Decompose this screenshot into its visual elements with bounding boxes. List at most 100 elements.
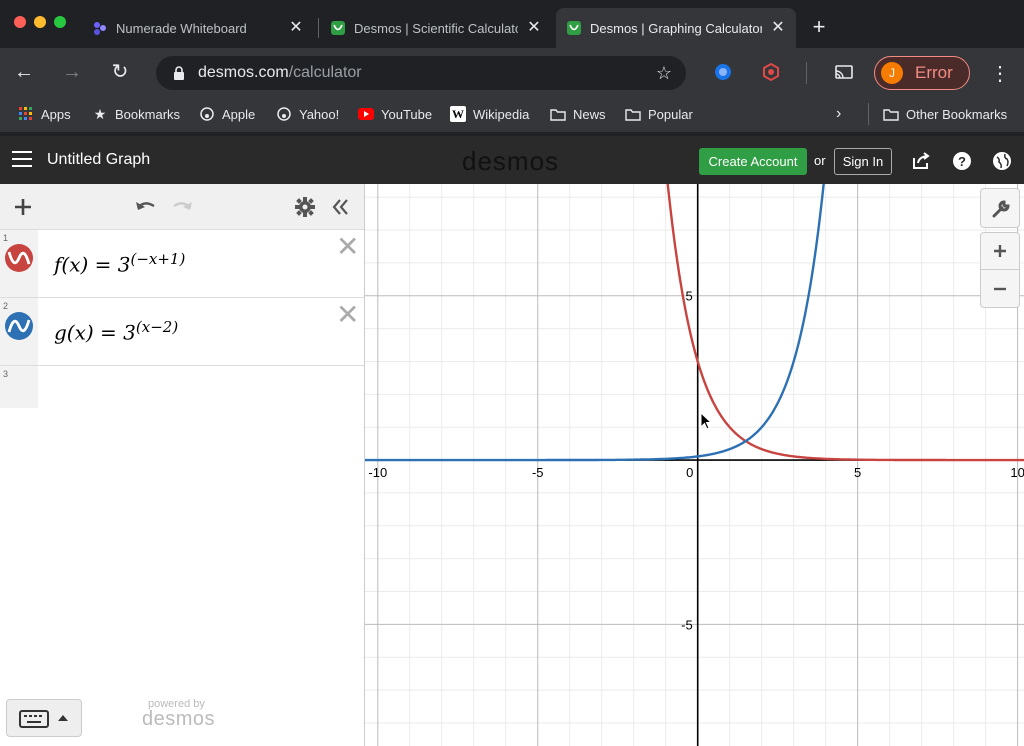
zoom-out-button[interactable] bbox=[981, 271, 1019, 307]
share-icon[interactable] bbox=[910, 150, 932, 172]
plus-icon bbox=[994, 245, 1006, 257]
expression-exponent: (x−2) bbox=[135, 318, 179, 336]
address-bar[interactable]: desmos.com/calculator ☆ bbox=[156, 56, 686, 90]
bookmark-label: Apple bbox=[222, 106, 256, 122]
keyboard-toggle-button[interactable] bbox=[6, 699, 82, 737]
expression-row-2[interactable]: 2 g(x) = 3(x−2) ✕ bbox=[0, 298, 364, 366]
major-grid bbox=[365, 184, 1024, 746]
x-tick-label: -10 bbox=[368, 465, 387, 480]
zoom-controls bbox=[980, 232, 1020, 308]
svg-text:?: ? bbox=[958, 154, 966, 169]
graph-paper[interactable]: -10 -5 0 5 10 5 -5 bbox=[365, 184, 1024, 746]
tab-title: Desmos | Scientific Calculator bbox=[354, 20, 518, 36]
add-expression-icon[interactable] bbox=[12, 196, 34, 218]
settings-gear-icon[interactable] bbox=[294, 196, 316, 218]
keyboard-icon bbox=[19, 710, 49, 728]
globe-language-icon[interactable] bbox=[991, 150, 1013, 172]
delete-expression-icon[interactable]: ✕ bbox=[336, 301, 359, 329]
blue-graph-toggle-icon[interactable] bbox=[5, 312, 33, 340]
desmos-icon bbox=[566, 20, 582, 36]
folder-icon bbox=[550, 106, 566, 122]
undo-icon[interactable] bbox=[134, 196, 156, 218]
bookmark-star-icon[interactable]: ☆ bbox=[654, 63, 674, 83]
expression-row-3[interactable]: 3 bbox=[0, 366, 364, 408]
desmos-icon bbox=[330, 20, 346, 36]
x-tick-label: 10 bbox=[1010, 465, 1024, 480]
or-text: or bbox=[814, 153, 826, 168]
bookmark-popular[interactable]: Popular bbox=[625, 105, 693, 123]
redo-icon[interactable] bbox=[170, 196, 192, 218]
bookmark-wikipedia[interactable]: W Wikipedia bbox=[450, 105, 529, 123]
bookmark-bookmarks[interactable]: ★ Bookmarks bbox=[92, 105, 180, 123]
avatar: J bbox=[881, 62, 903, 84]
bookmark-label: Bookmarks bbox=[115, 106, 181, 122]
curves bbox=[365, 184, 1024, 462]
profile-button[interactable]: J Error bbox=[874, 56, 970, 90]
mouse-cursor-icon bbox=[700, 412, 712, 430]
tab-title: Numerade Whiteboard bbox=[116, 20, 247, 36]
wrench-icon bbox=[992, 200, 1010, 218]
y-tick-label: 5 bbox=[685, 289, 692, 304]
expression-math[interactable]: g(x) = 3(x−2) bbox=[54, 318, 178, 345]
cast-icon[interactable] bbox=[834, 62, 854, 82]
folder-icon bbox=[625, 106, 641, 122]
lock-icon bbox=[172, 66, 186, 80]
back-arrow-icon[interactable]: ← bbox=[12, 60, 36, 84]
bookmark-news[interactable]: News bbox=[550, 105, 606, 123]
bookmark-other[interactable]: Other Bookmarks bbox=[883, 105, 1007, 123]
expression-index: 2 bbox=[3, 301, 9, 311]
tab-desmos-graphing[interactable]: Desmos | Graphing Calculator ✕ bbox=[556, 8, 796, 48]
graph-settings-button[interactable] bbox=[980, 188, 1020, 228]
curve-f bbox=[666, 184, 1024, 462]
bookmark-yahoo[interactable]: Yahoo! bbox=[276, 105, 339, 123]
menu-hamburger-icon[interactable] bbox=[12, 151, 32, 169]
profile-status-label: Error bbox=[915, 63, 953, 82]
y-tick-label: -5 bbox=[681, 617, 693, 632]
zoom-in-button[interactable] bbox=[981, 233, 1019, 270]
wikipedia-icon: W bbox=[450, 106, 466, 122]
minus-icon bbox=[994, 287, 1006, 291]
expression-index: 1 bbox=[3, 233, 9, 243]
graph-title[interactable]: Untitled Graph bbox=[47, 151, 150, 169]
bookmark-youtube[interactable]: YouTube bbox=[358, 105, 432, 123]
caret-up-icon bbox=[58, 715, 68, 721]
forward-arrow-icon[interactable]: → bbox=[60, 60, 84, 84]
new-tab-icon[interactable]: + bbox=[808, 16, 830, 38]
maximize-window-button[interactable] bbox=[54, 16, 66, 28]
bookmark-apps[interactable]: Apps bbox=[18, 105, 71, 123]
expression-panel: 1 f(x) = 3(−x+1) ✕ 2 g(x) = 3(x−2) ✕ 3 p… bbox=[0, 184, 365, 746]
create-account-button[interactable]: Create Account bbox=[699, 148, 807, 175]
help-icon[interactable]: ? bbox=[951, 150, 973, 172]
globe-icon bbox=[199, 106, 215, 122]
expression-math[interactable]: f(x) = 3(−x+1) bbox=[54, 250, 185, 277]
graph-svg[interactable]: -10 -5 0 5 10 5 -5 bbox=[365, 184, 1024, 746]
bookmarks-overflow-chevron-icon[interactable]: › bbox=[836, 105, 841, 123]
toolbar-divider bbox=[806, 62, 807, 84]
tab-numerade[interactable]: Numerade Whiteboard ✕ bbox=[82, 8, 314, 48]
bookmarks-bar: Apps ★ Bookmarks Apple Yahoo! YouTube W bbox=[0, 96, 1024, 132]
close-window-button[interactable] bbox=[14, 16, 26, 28]
minimize-window-button[interactable] bbox=[34, 16, 46, 28]
extension-hexagon-icon[interactable] bbox=[761, 62, 781, 82]
bookmark-apple[interactable]: Apple bbox=[199, 105, 255, 123]
tab-title: Desmos | Graphing Calculator bbox=[590, 20, 762, 36]
curve-g bbox=[365, 184, 825, 462]
tab-desmos-scientific[interactable]: Desmos | Scientific Calculator ✕ bbox=[320, 8, 552, 48]
red-graph-toggle-icon[interactable] bbox=[5, 244, 33, 272]
extension-shield-icon[interactable] bbox=[713, 62, 733, 82]
close-tab-icon[interactable]: ✕ bbox=[288, 20, 304, 36]
delete-expression-icon[interactable]: ✕ bbox=[336, 233, 359, 261]
more-menu-icon[interactable]: ⋮ bbox=[990, 62, 1010, 86]
sign-in-button[interactable]: Sign In bbox=[834, 148, 892, 175]
close-tab-icon[interactable]: ✕ bbox=[526, 20, 542, 36]
bookmark-label: News bbox=[573, 106, 606, 122]
close-tab-icon[interactable]: ✕ bbox=[770, 20, 786, 36]
expression-lhs: f(x) = 3 bbox=[54, 252, 131, 277]
collapse-panel-icon[interactable] bbox=[330, 196, 352, 218]
x-tick-label: -5 bbox=[532, 465, 544, 480]
expression-row-1[interactable]: 1 f(x) = 3(−x+1) ✕ bbox=[0, 230, 364, 298]
reload-icon[interactable]: ↻ bbox=[108, 60, 132, 84]
expression-exponent: (−x+1) bbox=[130, 250, 186, 268]
numerade-icon bbox=[92, 20, 108, 36]
expression-index: 3 bbox=[3, 369, 9, 379]
